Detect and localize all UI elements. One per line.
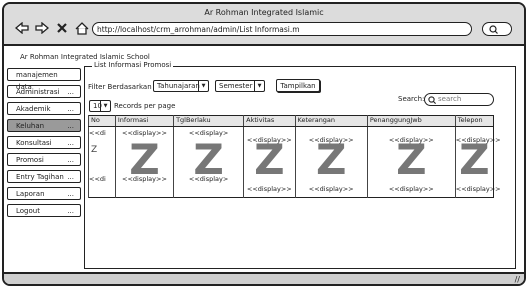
sidebar-item-more: ...: [67, 156, 74, 164]
display-placeholder: <<di: [89, 175, 106, 183]
home-icon[interactable]: [74, 20, 90, 36]
browser-search-field[interactable]: [482, 22, 512, 36]
sidebar-item-more: ...: [67, 190, 74, 198]
sidebar-item-more: ...: [67, 88, 74, 96]
sidebar-item-keluhan[interactable]: Keluhan...: [7, 119, 81, 132]
promosi-table: No Informasi TglBerlaku Aktivitas Keterangan…: [88, 115, 501, 198]
sidebar-item-promosi[interactable]: Promosi...: [7, 153, 81, 166]
chevron-down-icon: ▼: [254, 81, 264, 91]
column-header[interactable]: Telepon: [454, 115, 494, 127]
sidebar-item-label: Akademik: [16, 105, 51, 113]
column-header[interactable]: No: [88, 115, 116, 127]
sidebar-item-more: ...: [67, 207, 74, 215]
column-header[interactable]: Aktivitas: [243, 115, 296, 127]
search-input[interactable]: search: [424, 93, 494, 106]
filter-label: Filter Berdasarkan: [88, 83, 152, 91]
close-icon[interactable]: [54, 20, 70, 36]
display-placeholder: <<display>>: [308, 185, 354, 193]
back-icon[interactable]: [14, 20, 30, 36]
panel-legend: List Informasi Promosi: [92, 61, 174, 69]
window-title: Ar Rohman Integrated Islamic: [204, 8, 324, 17]
nav-icons: [14, 20, 90, 36]
title-bar: Ar Rohman Integrated Islamic http://loca…: [4, 4, 524, 46]
forward-icon[interactable]: [34, 20, 50, 36]
perpage-label: Records per page: [114, 102, 176, 110]
chevron-down-icon: ▼: [198, 81, 208, 91]
table-cell: <<display> Z <<display>: [173, 126, 244, 198]
sidebar-item-label: Logout: [16, 207, 40, 215]
chevron-down-icon: ▼: [100, 101, 110, 111]
placeholder-z-glyph: Z: [315, 135, 347, 184]
display-placeholder: <<display>>: [455, 185, 501, 193]
column-header[interactable]: Keterangan: [294, 115, 368, 127]
sidebar-item-more: ...: [67, 173, 74, 181]
search-label: Search:: [398, 95, 425, 103]
sidebar-item-label: manajemen data: [16, 71, 58, 91]
table-cell: <<display>> Z <<display>>: [114, 126, 174, 198]
tahunajaran-value: Tahunajaran: [157, 82, 200, 90]
sidebar-item-entry-tagihan[interactable]: Entry Tagihan...: [7, 170, 81, 183]
table-cell: <<display>> Z <<display>>: [454, 126, 501, 198]
search-placeholder: search: [438, 95, 462, 103]
perpage-select[interactable]: 10 ▼: [89, 100, 111, 112]
display-placeholder: <<display>>: [122, 175, 167, 183]
table-cell: <<di Z <<di: [88, 126, 116, 198]
resize-grip-icon[interactable]: //: [515, 275, 520, 284]
sidebar-item-label: Entry Tagihan: [16, 173, 64, 181]
sidebar-item-more: ...: [67, 122, 74, 130]
placeholder-z-glyph: Z: [459, 135, 490, 184]
sidebar-item-label: Promosi: [16, 156, 44, 164]
url-bar[interactable]: http://localhost/crm_arrohman/admin/List…: [92, 22, 472, 36]
sidebar-item-label: Administrasi: [16, 88, 60, 96]
placeholder-z-glyph: Z: [396, 135, 427, 184]
sidebar-item-label: Laporan: [16, 190, 45, 198]
search-icon: [489, 24, 498, 34]
sidebar-item-label: Keluhan: [16, 122, 45, 130]
column-header[interactable]: PenanggungJwb: [366, 115, 456, 127]
sidebar-item-akademik[interactable]: Akademik...: [7, 102, 81, 115]
table-cell: <<display>> Z <<display>>: [366, 126, 456, 198]
sidebar-item-konsultasi[interactable]: Konsultasi...: [7, 136, 81, 149]
sidebar: manajemen data Administrasi... Akademik...…: [7, 68, 81, 221]
app-title: Ar Rohman Integrated Islamic School: [20, 53, 150, 61]
sidebar-item-label: Konsultasi: [16, 139, 52, 147]
sidebar-item-more: ...: [67, 105, 74, 113]
table-cell: <<display>> Z <<display>>: [243, 126, 296, 198]
sidebar-item-logout[interactable]: Logout...: [7, 204, 81, 217]
semester-value: Semester: [219, 82, 253, 90]
status-bar: //: [4, 272, 524, 284]
column-header[interactable]: Informasi: [114, 115, 174, 127]
sidebar-item-laporan[interactable]: Laporan...: [7, 187, 81, 200]
search-icon: [428, 95, 436, 104]
table-row: <<di Z <<di <<display>> Z <<display>> <<displa…: [88, 126, 501, 198]
sidebar-item-more: ...: [67, 139, 74, 147]
sidebar-item-administrasi[interactable]: Administrasi...: [7, 85, 81, 98]
placeholder-z-glyph: Z: [91, 145, 98, 155]
tampilkan-button[interactable]: Tampilkan: [276, 79, 320, 92]
placeholder-z-glyph: Z: [254, 135, 285, 184]
display-placeholder: <<display>>: [246, 185, 292, 193]
display-placeholder: <<display>: [188, 175, 229, 183]
sidebar-item-manajemen-data[interactable]: manajemen data: [7, 68, 81, 91]
table-cell: <<display>> Z <<display>>: [294, 126, 368, 198]
display-placeholder: <<display>>: [388, 185, 434, 193]
semester-select[interactable]: Semester ▼: [215, 80, 265, 92]
tahunajaran-select[interactable]: Tahunajaran ▼: [153, 80, 209, 92]
display-placeholder: <<di: [89, 129, 106, 137]
column-header[interactable]: TglBerlaku: [173, 115, 244, 127]
